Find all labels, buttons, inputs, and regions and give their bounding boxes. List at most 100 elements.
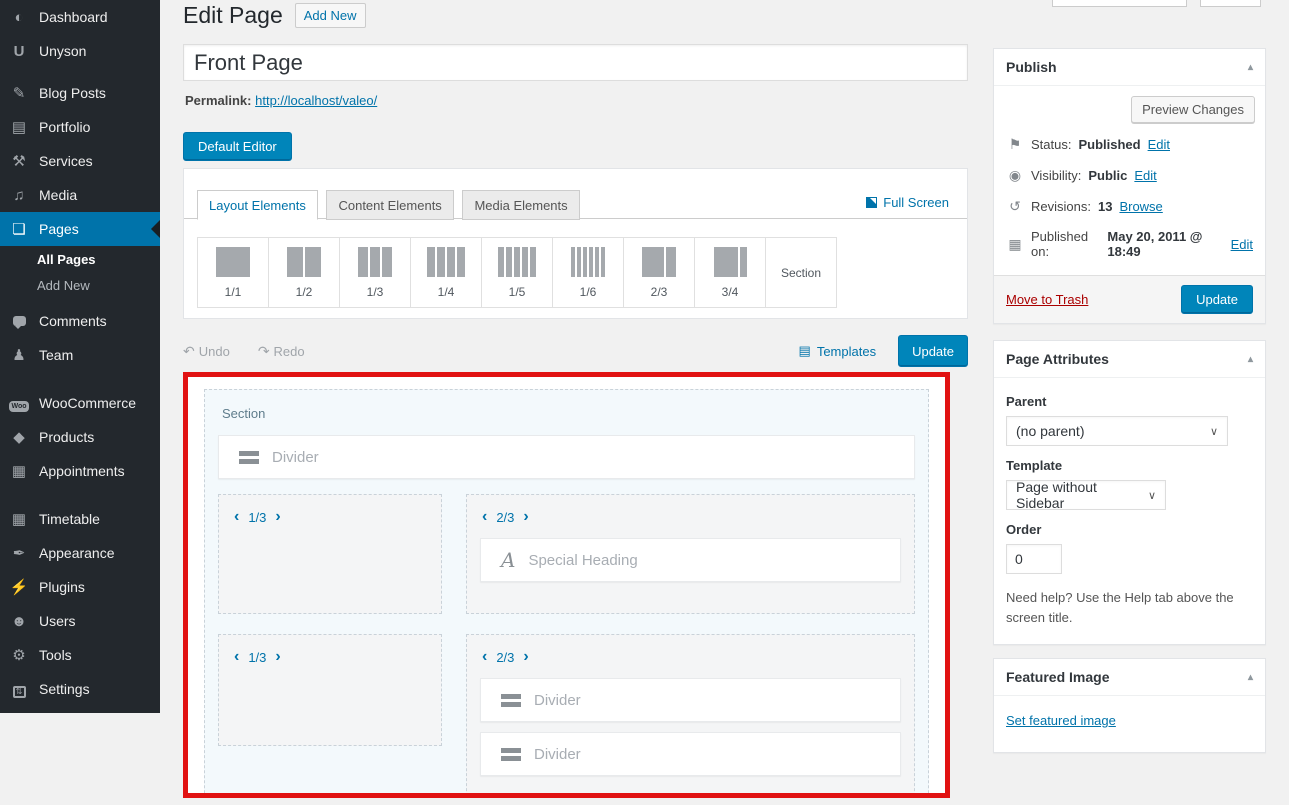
column-1-3[interactable]: ‹ 1/3 › bbox=[218, 494, 442, 614]
parent-label: Parent bbox=[1006, 394, 1253, 409]
set-featured-image-link[interactable]: Set featured image bbox=[1006, 713, 1116, 728]
chevron-right-icon[interactable]: › bbox=[523, 509, 528, 525]
layout-cell-3-4[interactable]: 3/4 bbox=[694, 237, 766, 308]
sidebar-item-dashboard[interactable]: ◐ Dashboard bbox=[0, 0, 160, 34]
chevron-right-icon[interactable]: › bbox=[275, 509, 280, 525]
sidebar-item-users[interactable]: ☻ Users bbox=[0, 604, 160, 638]
woocommerce-icon: Woo bbox=[9, 395, 29, 412]
layout-cell-1-1[interactable]: 1/1 bbox=[197, 237, 269, 308]
sidebar-item-blog-posts[interactable]: ✎ Blog Posts bbox=[0, 76, 160, 110]
divider-block[interactable]: Divider bbox=[480, 732, 901, 776]
status-row: ⚑ Status: Published Edit bbox=[1006, 136, 1253, 153]
full-screen-button[interactable]: Full Screen bbox=[866, 195, 949, 210]
layout-cell-1-3[interactable]: 1/3 bbox=[339, 237, 411, 308]
preview-changes-button[interactable]: Preview Changes bbox=[1131, 96, 1255, 123]
undo-button[interactable]: ↶Undo bbox=[183, 343, 230, 360]
featured-image-header[interactable]: Featured Image ▴ bbox=[994, 659, 1265, 696]
layout-cell-1-5[interactable]: 1/5 bbox=[481, 237, 553, 308]
sidebar-item-portfolio[interactable]: ▤ Portfolio bbox=[0, 110, 160, 144]
collapse-icon[interactable]: ▴ bbox=[1248, 62, 1253, 73]
column-2-3[interactable]: ‹ 2/3 › A Special Heading bbox=[466, 494, 915, 614]
help-tab[interactable]: Help bbox=[1200, 0, 1261, 7]
column-1-3[interactable]: ‹ 1/3 › bbox=[218, 634, 442, 746]
revisions-icon: ↺ bbox=[1006, 198, 1024, 215]
sidebar-item-label: Blog Posts bbox=[39, 85, 106, 101]
section-block[interactable]: Section Divider ‹ 1/3 › ‹ 2/3 bbox=[204, 389, 929, 798]
collapse-icon[interactable]: ▴ bbox=[1248, 672, 1253, 683]
chevron-down-icon: ∨ bbox=[1210, 425, 1218, 438]
add-new-button[interactable]: Add New bbox=[295, 3, 366, 28]
sidebar-item-settings[interactable]: ⇅ Settings bbox=[0, 672, 160, 706]
permalink: Permalink: http://localhost/valeo/ bbox=[185, 93, 377, 108]
browse-revisions-link[interactable]: Browse bbox=[1119, 199, 1162, 214]
collapse-icon[interactable]: ▴ bbox=[1248, 354, 1253, 365]
edit-visibility-link[interactable]: Edit bbox=[1134, 168, 1156, 183]
sidebar-subitem-all-pages[interactable]: All Pages bbox=[0, 246, 160, 272]
template-label: Template bbox=[1006, 458, 1253, 473]
sidebar-item-products[interactable]: ◆ Products bbox=[0, 420, 160, 454]
parent-select[interactable]: (no parent) ∨ bbox=[1006, 416, 1228, 446]
default-editor-button[interactable]: Default Editor bbox=[183, 132, 292, 161]
tab-content-elements[interactable]: Content Elements bbox=[326, 190, 453, 220]
sidebar-item-label: Plugins bbox=[39, 579, 85, 595]
template-select[interactable]: Page without Sidebar ∨ bbox=[1006, 480, 1166, 510]
sidebar-item-tools[interactable]: ⚙ Tools bbox=[0, 638, 160, 672]
permalink-link[interactable]: http://localhost/valeo/ bbox=[255, 93, 377, 108]
layout-cell-2-3[interactable]: 2/3 bbox=[623, 237, 695, 308]
post-title-input[interactable] bbox=[183, 44, 968, 81]
sidebar-item-label: Team bbox=[39, 347, 73, 363]
column-2-3[interactable]: ‹ 2/3 › Divider Divider bbox=[466, 634, 915, 798]
special-heading-block[interactable]: A Special Heading bbox=[480, 538, 901, 582]
layout-cell-1-4[interactable]: 1/4 bbox=[410, 237, 482, 308]
tab-media-elements[interactable]: Media Elements bbox=[462, 190, 579, 220]
publish-header[interactable]: Publish ▴ bbox=[994, 49, 1265, 86]
move-to-trash-link[interactable]: Move to Trash bbox=[1006, 292, 1088, 307]
media-icon: ♫ bbox=[9, 187, 29, 204]
tab-layout-elements[interactable]: Layout Elements bbox=[197, 190, 318, 220]
sidebar-item-team[interactable]: ♟ Team bbox=[0, 338, 160, 372]
redo-button[interactable]: ↷Redo bbox=[258, 343, 305, 360]
edit-status-link[interactable]: Edit bbox=[1148, 137, 1170, 152]
sidebar-item-appearance[interactable]: ✒ Appearance bbox=[0, 536, 160, 570]
screen-options-tab[interactable]: Screen Options bbox=[1052, 0, 1187, 7]
chevron-right-icon[interactable]: › bbox=[523, 649, 528, 665]
order-input[interactable] bbox=[1006, 544, 1062, 574]
sidebar-item-label: Appointments bbox=[39, 463, 125, 479]
update-button[interactable]: Update bbox=[1181, 285, 1253, 314]
templates-button[interactable]: ▤ Templates bbox=[799, 343, 877, 359]
sidebar-item-services[interactable]: ⚒ Services bbox=[0, 144, 160, 178]
chevron-left-icon[interactable]: ‹ bbox=[482, 509, 487, 525]
sidebar-item-label: Dashboard bbox=[39, 9, 108, 25]
layout-cell-section[interactable]: Section bbox=[765, 237, 837, 308]
builder-update-button[interactable]: Update bbox=[898, 335, 968, 367]
sidebar-item-media[interactable]: ♫ Media bbox=[0, 178, 160, 212]
sidebar-item-label: Appearance bbox=[39, 545, 115, 561]
builder-panel: Layout Elements Content Elements Media E… bbox=[183, 168, 968, 319]
sidebar-item-label: Media bbox=[39, 187, 77, 203]
divider-icon bbox=[239, 451, 259, 464]
layout-cell-1-6[interactable]: 1/6 bbox=[552, 237, 624, 308]
layout-cell-1-2[interactable]: 1/2 bbox=[268, 237, 340, 308]
chevron-left-icon[interactable]: ‹ bbox=[234, 649, 239, 665]
sidebar-item-unyson[interactable]: U Unyson bbox=[0, 34, 160, 68]
sidebar-item-pages[interactable]: ❏ Pages bbox=[0, 212, 160, 246]
divider-block[interactable]: Divider bbox=[218, 435, 915, 479]
comments-icon bbox=[9, 313, 29, 330]
permalink-label: Permalink: bbox=[185, 93, 251, 108]
pin-icon: ⚑ bbox=[1006, 136, 1024, 153]
sidebar-item-appointments[interactable]: ▦ Appointments bbox=[0, 454, 160, 488]
calendar-icon: ▦ bbox=[9, 462, 29, 480]
sidebar-subitem-add-new[interactable]: Add New bbox=[0, 272, 160, 298]
sidebar-item-timetable[interactable]: ▦ Timetable bbox=[0, 502, 160, 536]
divider-block[interactable]: Divider bbox=[480, 678, 901, 722]
edit-date-link[interactable]: Edit bbox=[1231, 237, 1253, 252]
chevron-left-icon[interactable]: ‹ bbox=[482, 649, 487, 665]
chevron-right-icon[interactable]: › bbox=[275, 649, 280, 665]
cube-icon: ◆ bbox=[9, 428, 29, 446]
page-attributes-header[interactable]: Page Attributes ▴ bbox=[994, 341, 1265, 378]
columns-1-5-icon bbox=[498, 247, 536, 277]
chevron-left-icon[interactable]: ‹ bbox=[234, 509, 239, 525]
sidebar-item-plugins[interactable]: ⚡ Plugins bbox=[0, 570, 160, 604]
sidebar-item-comments[interactable]: Comments bbox=[0, 304, 160, 338]
sidebar-item-woocommerce[interactable]: Woo WooCommerce bbox=[0, 386, 160, 420]
